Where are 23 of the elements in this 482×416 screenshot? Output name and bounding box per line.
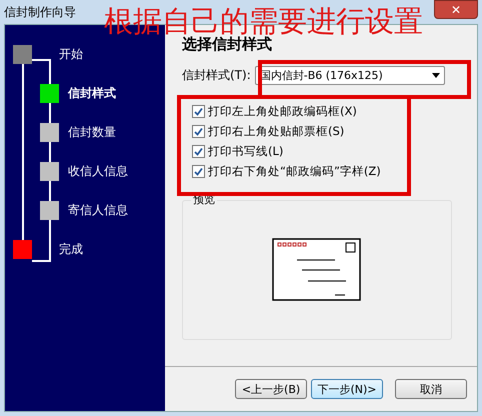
checkbox-label: 打印右下角处“邮政编码”字样(Z)	[208, 164, 381, 178]
checkbox-label: 打印右上角处贴邮票框(S)	[208, 124, 344, 138]
back-button[interactable]: <上一步(B)	[235, 379, 307, 399]
checkbox-label: 打印书写线(L)	[208, 144, 284, 158]
step-label: 收信人信息	[68, 163, 128, 180]
checkbox[interactable]	[192, 144, 205, 158]
cancel-button[interactable]: 取消	[395, 379, 467, 399]
step-label: 开始	[59, 46, 83, 63]
caret-icon	[432, 73, 440, 78]
step-label: 完成	[59, 241, 83, 258]
close-button[interactable]: ✕	[434, 0, 478, 19]
next-button[interactable]: 下一步(N)>	[311, 379, 383, 399]
checkbox[interactable]	[192, 164, 205, 178]
envelope-icon	[272, 238, 362, 302]
checkbox[interactable]	[192, 104, 205, 118]
checkbox-label: 打印左上角处邮政编码框(X)	[208, 104, 357, 118]
page-heading: 选择信封样式	[182, 35, 273, 54]
window-title: 信封制作向导	[4, 4, 76, 20]
step-label: 寄信人信息	[68, 202, 128, 219]
checkbox[interactable]	[192, 124, 205, 138]
field-label: 信封样式(T):	[182, 67, 251, 84]
step-label: 信封样式	[68, 85, 116, 102]
step-label: 信封数量	[68, 124, 116, 141]
